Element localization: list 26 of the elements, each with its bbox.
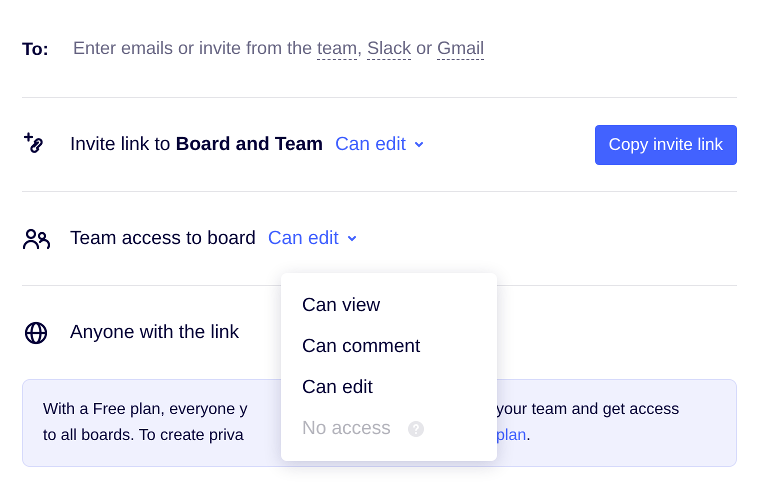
notice-text: . <box>526 427 531 444</box>
notice-text: to all boards. To create priva <box>43 426 244 446</box>
placeholder-text: , <box>357 38 364 60</box>
menu-item[interactable]: Can edit <box>281 367 497 408</box>
email-input-field[interactable]: Enter emails or invite from the team, Slack or Gmail <box>73 38 484 60</box>
notice-text: With a Free plan, everyone y <box>43 400 248 420</box>
globe-icon <box>22 320 50 344</box>
permission-dropdown[interactable]: Can edit <box>335 134 424 156</box>
placeholder-link[interactable]: Gmail <box>437 38 484 60</box>
placeholder-link[interactable]: team <box>317 38 358 60</box>
row-label: Anyone with the link <box>70 322 239 344</box>
menu-item[interactable]: Can view <box>281 285 497 326</box>
row-label: Invite link to Board and Team <box>70 134 324 156</box>
placeholder-text: Enter emails or invite from the <box>73 38 314 60</box>
placeholder-link[interactable]: Slack <box>367 38 412 60</box>
upgrade-link[interactable]: plan <box>496 427 526 444</box>
row-label: Team access to board <box>70 228 256 250</box>
to-label: To: <box>22 38 50 60</box>
permission-dropdown[interactable]: Can edit <box>268 228 357 250</box>
copy-invite-link-button[interactable]: Copy invite link <box>594 124 737 164</box>
placeholder-text: or <box>415 38 434 60</box>
menu-item[interactable]: Can comment <box>281 326 497 367</box>
people-icon <box>22 228 50 250</box>
chevron-down-icon <box>414 141 424 148</box>
notice-text: your team and get access <box>496 401 680 418</box>
chevron-down-icon <box>346 235 357 242</box>
